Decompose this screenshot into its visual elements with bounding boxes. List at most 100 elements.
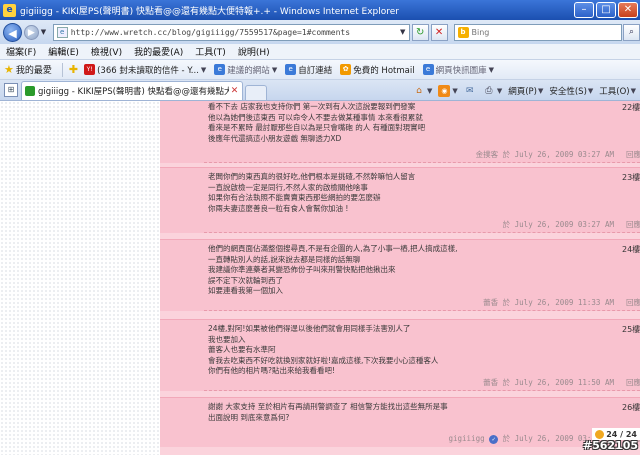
reply-link[interactable]: 回應: [626, 219, 640, 230]
feeds-button[interactable]: ◉ ▼: [438, 85, 458, 97]
window-titlebar: e gigiiigg - KIKI屋PS(聲明書) 快點看@@還有幾點大便特報+…: [0, 0, 640, 20]
chevron-down-icon: ▼: [587, 87, 594, 95]
verified-icon: ✓: [489, 434, 499, 444]
chevron-down-icon: ▼: [630, 87, 636, 95]
mail-button[interactable]: ✉: [464, 85, 477, 97]
ie-icon: e: [285, 64, 297, 75]
chevron-down-icon: ▼: [200, 65, 207, 74]
comment-divider: [204, 162, 640, 163]
msn-icon: ✿: [340, 64, 352, 75]
mail-icon: ✉: [466, 86, 474, 96]
fav-link-label: 免費的 Hotmail: [353, 65, 415, 76]
comment-divider: [204, 310, 640, 311]
menu-favorites[interactable]: 我的最愛(A): [134, 45, 183, 58]
comment-text: 24樓,對阿!如果被他們得逞以後他們就會用同樣手法害別人了 我也要加入 蕾客人也…: [208, 324, 439, 376]
tab-active[interactable]: gigiiigg - KIKI屋PS(聲明書) 快點看@@還有幾點大... ✕: [21, 81, 243, 100]
page-indicator-text: 24 / 24: [606, 429, 637, 439]
comment-item: 他們的網頁面佔滿整個搜尋頁,不是有企圖的人,為了小事一樁,把人搞成這樣, 一直轉…: [160, 239, 640, 311]
chevron-down-icon: ▼: [496, 87, 503, 95]
fav-link-label: 建議的網站: [227, 65, 270, 76]
site-favicon-icon: [25, 86, 35, 96]
bing-icon: b: [457, 26, 469, 38]
window-title: gigiiigg - KIKI屋PS(聲明書) 快點看@@還有幾點大便特報+.+…: [20, 6, 399, 17]
page-content[interactable]: 看不下去 店家我也支持你們 第一次到有人次這說要報到們發案 他以為她們後這東西 …: [0, 101, 640, 455]
comment-meta: 蕾香 於 July 26, 2009 11:33 AM: [483, 297, 614, 308]
comment-text: 謝謝 大家支持 至於相片有再請刑警調查了 相信警方能找出這些無所是事 出面說明 …: [208, 402, 448, 422]
comment-date: 於 July 26, 2009 11:50 AM: [502, 378, 614, 387]
comment-meta: 金撲客 於 July 26, 2009 03:27 AM: [476, 149, 614, 160]
menu-tools[interactable]: 工具(T): [195, 45, 226, 58]
comment-item: 看不下去 店家我也支持你們 第一次到有人次這說要報到們發案 他以為她們後這東西 …: [160, 101, 640, 163]
print-button[interactable]: ⎙ ▼: [483, 85, 502, 97]
comment-date: 於 July 26, 2009 03:27 AM: [502, 150, 614, 159]
url-text[interactable]: http://www.wretch.cc/blog/gigiiigg/75595…: [71, 28, 397, 37]
page-icon: e: [56, 26, 68, 38]
address-toolbar: ◀ ▶ ▼ e http://www.wretch.cc/blog/gigiii…: [0, 20, 640, 44]
comment-date: 於 July 26, 2009 03:27 AM: [502, 220, 614, 229]
quick-tabs-icon[interactable]: ⊞: [4, 83, 18, 97]
printer-icon: ⎙: [485, 86, 493, 96]
add-favorite-icon[interactable]: ✚: [69, 63, 78, 76]
home-button[interactable]: ⌂ ▼: [413, 85, 432, 97]
refresh-button[interactable]: ↻: [411, 23, 429, 41]
back-button[interactable]: ◀: [3, 22, 22, 42]
menu-edit[interactable]: 編輯(E): [48, 45, 79, 58]
star-icon: ★: [4, 63, 14, 76]
chevron-down-icon: ▼: [427, 87, 433, 95]
menu-help[interactable]: 說明(H): [238, 45, 270, 58]
page-indicator-icon: [595, 429, 605, 439]
ie-app-icon: e: [3, 3, 16, 17]
comment-meta: 蕾香 於 July 26, 2009 11:50 AM: [483, 377, 614, 388]
search-box[interactable]: b: [453, 23, 623, 41]
comment-text: 老闆你們的東西真的很好吃,他們根本是挑碴,不然幹嘛怕人留言 一直說啟檢一定是同行…: [208, 172, 416, 213]
comment-author[interactable]: 蕾香: [483, 298, 498, 307]
ie-icon: e: [214, 64, 226, 75]
comment-author[interactable]: 金撲客: [476, 150, 499, 159]
comment-divider: [204, 390, 640, 391]
maximize-button[interactable]: □: [596, 2, 616, 18]
close-button[interactable]: ✕: [618, 2, 638, 18]
menu-view[interactable]: 檢視(V): [91, 45, 122, 58]
address-bar[interactable]: e http://www.wretch.cc/blog/gigiiigg/755…: [52, 23, 410, 41]
fav-link-yahoo-mail[interactable]: Y! (366 封未讀取的信件 - Y... ▼: [84, 64, 206, 76]
comment-number: 26樓: [622, 403, 640, 412]
fav-link-suggested-sites[interactable]: e 建議的網站 ▼: [214, 64, 277, 76]
close-tab-icon[interactable]: ✕: [229, 86, 240, 97]
favorites-button[interactable]: ★ 我的最愛: [4, 63, 52, 76]
comment-author[interactable]: gigiiigg: [448, 434, 484, 443]
search-icon[interactable]: ⌕: [623, 23, 640, 41]
fav-link-label: 網頁快訊圖庫: [435, 65, 487, 76]
fav-link-web-slice-gallery[interactable]: e 網頁快訊圖庫 ▼: [422, 64, 494, 76]
new-tab-button[interactable]: [245, 85, 267, 100]
chevron-down-icon: ▼: [452, 87, 458, 95]
comment-number: 25樓: [622, 325, 640, 334]
safety-menu[interactable]: 安全性(S) ▼: [549, 85, 593, 97]
forward-button[interactable]: ▶: [23, 24, 39, 40]
chevron-down-icon: ▼: [488, 65, 494, 74]
window-controls: – □ ✕: [572, 2, 638, 18]
fav-link-hotmail[interactable]: ✿ 免費的 Hotmail: [340, 64, 415, 76]
tab-title: gigiiigg - KIKI屋PS(聲明書) 快點看@@還有幾點大...: [38, 87, 229, 97]
url-dropdown-icon[interactable]: ▼: [397, 28, 409, 36]
comment-date: 於 July 26, 2009 11:33 AM: [502, 298, 614, 307]
stop-button[interactable]: ✕: [430, 23, 448, 41]
reply-link[interactable]: 回應: [626, 149, 640, 160]
yahoo-icon: Y!: [84, 64, 96, 75]
menu-file[interactable]: 檔案(F): [6, 45, 36, 58]
favorites-label: 我的最愛: [15, 66, 52, 76]
fav-link-label: 自訂連結: [298, 65, 333, 76]
favorites-bar: ★ 我的最愛 ✚ Y! (366 封未讀取的信件 - Y... ▼ e 建議的網…: [0, 60, 640, 80]
ie-icon: e: [422, 64, 434, 75]
comment-item: 24樓,對阿!如果被他們得逞以後他們就會用同樣手法害別人了 我也要加入 蕾客人也…: [160, 319, 640, 391]
page-menu[interactable]: 網頁(P) ▼: [508, 85, 543, 97]
reply-link[interactable]: 回應: [626, 377, 640, 388]
comment-author[interactable]: 蕾香: [483, 378, 498, 387]
fav-link-custom-links[interactable]: e 自訂連結: [285, 64, 332, 76]
history-dropdown-icon[interactable]: ▼: [41, 28, 49, 36]
reply-link[interactable]: 回應: [626, 297, 640, 308]
comment-number: 22樓: [622, 103, 640, 112]
tools-menu[interactable]: 工具(O) ▼: [599, 85, 636, 97]
search-input[interactable]: [471, 27, 612, 37]
left-background-pattern: [0, 101, 160, 455]
minimize-button[interactable]: –: [574, 2, 594, 18]
